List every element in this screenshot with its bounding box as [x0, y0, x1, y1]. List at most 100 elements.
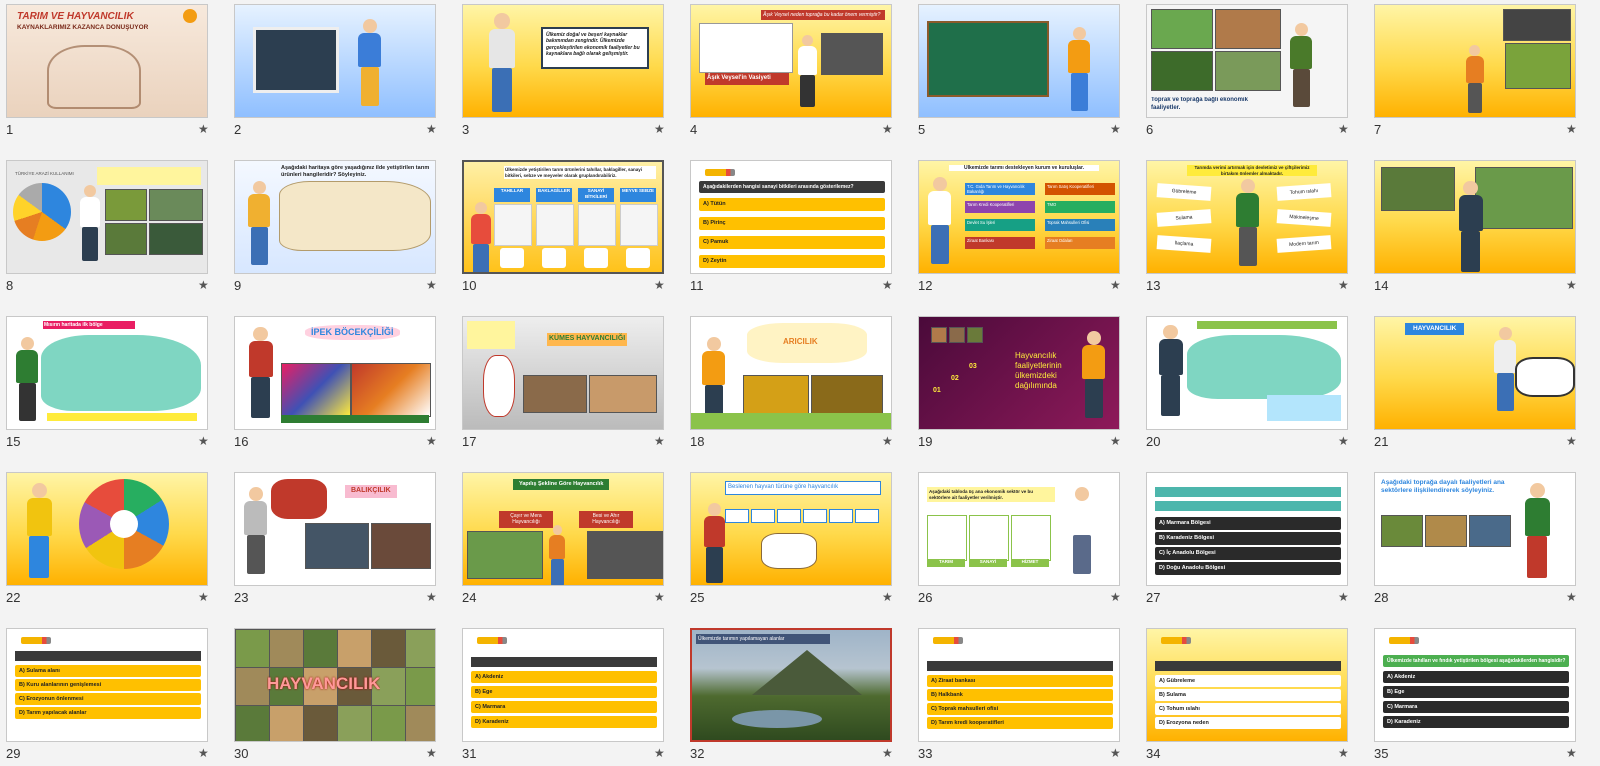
star-icon[interactable]: [426, 590, 437, 604]
slide-thumbnail[interactable]: Âşık Veysel neden toprağa bu kadar önem …: [686, 2, 892, 142]
slide-thumbnail[interactable]: Ülkemizde tahılları ve fındık yetiştiril…: [1370, 626, 1576, 766]
answer-option[interactable]: C) Toprak mahsulleri ofisi: [927, 703, 1113, 715]
star-icon[interactable]: [1110, 122, 1121, 136]
slide-preview[interactable]: Yapılış Şekline Göre Hayvancılık Çayır ve…: [462, 472, 664, 586]
slide-thumbnail[interactable]: A) Gübreleme B) Sulama C) Tohum ıslahı D) E…: [1142, 626, 1348, 766]
slide-preview[interactable]: [234, 4, 436, 118]
star-icon[interactable]: [1338, 746, 1349, 760]
answer-option[interactable]: B) Pirinç: [699, 217, 885, 230]
slide-preview[interactable]: HAYVANCILIK: [234, 628, 436, 742]
slide-preview[interactable]: KÜMES HAYVANCILIĞI: [462, 316, 664, 430]
star-icon[interactable]: [426, 746, 437, 760]
slide-thumbnail[interactable]: Tarımda verimi artırmak için devletimiz …: [1142, 158, 1348, 298]
star-icon[interactable]: [1338, 434, 1349, 448]
answer-option[interactable]: A) Gübreleme: [1155, 675, 1341, 687]
star-icon[interactable]: [198, 122, 209, 136]
slide-thumbnail[interactable]: 7: [1370, 2, 1576, 142]
slide-preview[interactable]: A) Sulama alanı B) Kuru alanlarının geniş…: [6, 628, 208, 742]
slide-thumbnail[interactable]: Aşağıdaki haritaya göre yaşadığınız ilde…: [230, 158, 436, 298]
star-icon[interactable]: [1338, 278, 1349, 292]
slide-preview[interactable]: Aşağıdaki haritaya göre yaşadığınız ilde…: [234, 160, 436, 274]
slide-preview[interactable]: Aşağıdaki tabloda üç ana ekonomik sektör…: [918, 472, 1120, 586]
slide-preview[interactable]: HAYVANCILIK: [1374, 316, 1576, 430]
star-icon[interactable]: [198, 746, 209, 760]
star-icon[interactable]: [882, 590, 893, 604]
star-icon[interactable]: [882, 746, 893, 760]
slide-thumbnail[interactable]: HAYVANCILIK 30: [230, 626, 436, 766]
slide-thumbnail[interactable]: Ülkemiz doğal ve beşeri kaynaklar bakımı…: [458, 2, 664, 142]
star-icon[interactable]: [654, 122, 665, 136]
slide-preview[interactable]: Ülkemizde yetiştirilen tarım ürünlerini …: [462, 160, 664, 274]
star-icon[interactable]: [426, 278, 437, 292]
slide-preview[interactable]: Ülkemizde tarımın yapılamayan alanlar: [690, 628, 892, 742]
slide-thumbnail[interactable]: 20: [1142, 314, 1348, 454]
star-icon[interactable]: [654, 278, 665, 292]
slide-preview[interactable]: [918, 4, 1120, 118]
answer-option[interactable]: D) Tarım kredi kooperatifleri: [927, 717, 1113, 729]
slide-thumbnail[interactable]: Ülkemizde tarımın yapılamayan alanlar 32: [686, 626, 892, 766]
slide-preview[interactable]: TARIM VE HAYVANCILIK KAYNAKLARIMIZ KAZANC…: [6, 4, 208, 118]
slide-thumbnail[interactable]: 22: [2, 470, 208, 610]
slide-thumbnail[interactable]: Aşağıdaki tabloda üç ana ekonomik sektör…: [914, 470, 1120, 610]
answer-option[interactable]: C) Erozyonun önlenmesi: [15, 693, 201, 705]
slide-preview[interactable]: Tarımda verimi artırmak için devletimiz …: [1146, 160, 1348, 274]
slide-thumbnail[interactable]: 2: [230, 2, 436, 142]
answer-option[interactable]: C) Pamuk: [699, 236, 885, 249]
answer-option[interactable]: B) Ege: [471, 686, 657, 698]
slide-thumbnail[interactable]: TARIM VE HAYVANCILIK KAYNAKLARIMIZ KAZANC…: [2, 2, 208, 142]
slide-thumbnail[interactable]: ARICILIK 18: [686, 314, 892, 454]
slide-thumbnail[interactable]: Aşağıdakilerden hangisi sanayi bitkileri…: [686, 158, 892, 298]
star-icon[interactable]: [1566, 278, 1577, 292]
answer-option[interactable]: D) Doğu Anadolu Bölgesi: [1155, 562, 1341, 575]
slide-preview[interactable]: A) Akdeniz B) Ege C) Marmara D) Karadeniz: [462, 628, 664, 742]
star-icon[interactable]: [198, 590, 209, 604]
slide-thumbnail[interactable]: KÜMES HAYVANCILIĞI 17: [458, 314, 664, 454]
slide-preview[interactable]: [1374, 160, 1576, 274]
slide-preview[interactable]: Aşağıdaki toprağa dayalı faaliyetleri an…: [1374, 472, 1576, 586]
slide-thumbnail[interactable]: HAYVANCILIK 21: [1370, 314, 1576, 454]
answer-option[interactable]: A) Sulama alanı: [15, 665, 201, 677]
star-icon[interactable]: [654, 434, 665, 448]
slide-thumbnail[interactable]: A) Marmara Bölgesi B) Karadeniz Bölgesi C)…: [1142, 470, 1348, 610]
answer-option[interactable]: B) Halkbank: [927, 689, 1113, 701]
star-icon[interactable]: [882, 122, 893, 136]
answer-option[interactable]: C) Marmara: [471, 701, 657, 713]
star-icon[interactable]: [1110, 278, 1121, 292]
answer-option[interactable]: B) Sulama: [1155, 689, 1341, 701]
answer-option[interactable]: A) Ziraat bankası: [927, 675, 1113, 687]
slide-thumbnail[interactable]: Hayvancılık faaliyetlerinin ülkemizdeki …: [914, 314, 1120, 454]
star-icon[interactable]: [1338, 122, 1349, 136]
slide-preview[interactable]: Toprak ve toprağa bağlı ekonomik faaliye…: [1146, 4, 1348, 118]
star-icon[interactable]: [1110, 590, 1121, 604]
slide-preview[interactable]: A) Marmara Bölgesi B) Karadeniz Bölgesi C)…: [1146, 472, 1348, 586]
slide-preview[interactable]: [1374, 4, 1576, 118]
slide-preview[interactable]: A) Ziraat bankası B) Halkbank C) Toprak ma…: [918, 628, 1120, 742]
slide-preview[interactable]: Mısırın haritada ilk bölge: [6, 316, 208, 430]
answer-option[interactable]: D) Zeytin: [699, 255, 885, 268]
slide-preview[interactable]: İPEK BÖCEKÇİLİĞİ: [234, 316, 436, 430]
slide-preview[interactable]: Aşağıdakilerden hangisi sanayi bitkileri…: [690, 160, 892, 274]
answer-option[interactable]: D) Erozyona neden: [1155, 717, 1341, 729]
star-icon[interactable]: [882, 434, 893, 448]
star-icon[interactable]: [1110, 434, 1121, 448]
answer-option[interactable]: A) Tütün: [699, 198, 885, 211]
slide-thumbnail[interactable]: Mısırın haritada ilk bölge 15: [2, 314, 208, 454]
star-icon[interactable]: [1566, 590, 1577, 604]
slide-preview[interactable]: Beslenen hayvan türüne göre hayvancılık: [690, 472, 892, 586]
slide-preview[interactable]: Âşık Veysel neden toprağa bu kadar önem …: [690, 4, 892, 118]
slide-thumbnail[interactable]: Ülkemizde tarımı destekleyen kurum ve ku…: [914, 158, 1120, 298]
slide-thumbnail[interactable]: Beslenen hayvan türüne göre hayvancılık 2…: [686, 470, 892, 610]
answer-option[interactable]: B) Kuru alanlarının genişlemesi: [15, 679, 201, 691]
star-icon[interactable]: [1338, 590, 1349, 604]
slide-thumbnail[interactable]: Yapılış Şekline Göre Hayvancılık Çayır ve…: [458, 470, 664, 610]
star-icon[interactable]: [1566, 746, 1577, 760]
star-icon[interactable]: [198, 434, 209, 448]
answer-option[interactable]: C) Marmara: [1383, 701, 1569, 713]
slide-preview[interactable]: Hayvancılık faaliyetlerinin ülkemizdeki …: [918, 316, 1120, 430]
answer-option[interactable]: D) Karadeniz: [471, 716, 657, 728]
slide-preview[interactable]: [1146, 316, 1348, 430]
slide-thumbnail[interactable]: A) Ziraat bankası B) Halkbank C) Toprak ma…: [914, 626, 1120, 766]
slide-thumbnail[interactable]: Aşağıdaki toprağa dayalı faaliyetleri an…: [1370, 470, 1576, 610]
slide-thumbnail[interactable]: BALIKÇILIK 23: [230, 470, 436, 610]
star-icon[interactable]: [1566, 122, 1577, 136]
